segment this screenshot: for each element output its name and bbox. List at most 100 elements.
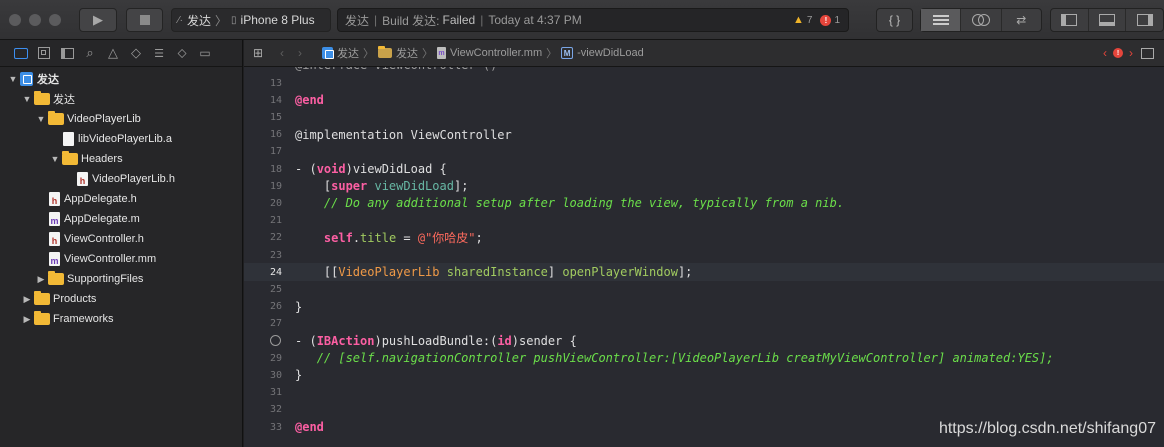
line-number: 14 [269, 94, 282, 106]
close-window-button[interactable] [9, 14, 21, 26]
related-items-icon[interactable]: ⊞ [253, 46, 263, 60]
code-line[interactable]: 30} [244, 366, 1164, 384]
connection-circle-icon[interactable] [270, 335, 281, 346]
folder-icon [62, 151, 78, 165]
standard-editor-button[interactable] [921, 9, 962, 31]
source-control-navigator-icon[interactable] [36, 45, 52, 61]
breadcrumb-project[interactable]: 发达 [322, 45, 359, 61]
breadcrumb-method[interactable]: M -viewDidLoad [561, 47, 644, 59]
code-line[interactable]: 21 [244, 212, 1164, 230]
code-line[interactable]: 27 [244, 315, 1164, 333]
find-navigator-icon[interactable]: ⌕ [82, 45, 98, 61]
m-file-icon: m [437, 47, 446, 59]
code-line[interactable]: 19 [super viewDidLoad]; [244, 177, 1164, 195]
error-badge[interactable]: ! 1 [820, 14, 840, 26]
version-editor-button[interactable]: ⇄ [1002, 9, 1041, 31]
line-number: 25 [269, 283, 282, 295]
code-line[interactable]: 20 // Do any additional setup after load… [244, 194, 1164, 212]
tree-item-file[interactable]: m ViewController.mm [0, 249, 243, 269]
code-line[interactable]: 17 [244, 143, 1164, 161]
disclosure-expanded-icon[interactable]: ▼ [22, 94, 32, 104]
toggle-navigator-button[interactable] [1051, 9, 1089, 31]
tree-item-folder[interactable]: ▶ Frameworks [0, 309, 243, 329]
left-panel-icon [1061, 14, 1078, 26]
m-file-icon: m [49, 252, 60, 266]
breadcrumb-file[interactable]: m ViewController.mm [437, 47, 542, 59]
tree-item-folder[interactable]: ▼ Headers [0, 149, 243, 169]
stop-button[interactable] [126, 8, 163, 32]
error-count: 1 [834, 14, 840, 26]
tree-item-file[interactable]: libVideoPlayerLib.a [0, 129, 243, 149]
debug-navigator-icon[interactable]: ☰ [151, 45, 167, 61]
library-button[interactable]: { } [876, 8, 913, 32]
breakpoint-navigator-icon[interactable]: ⬦ [174, 45, 190, 61]
code-line[interactable]: 22 self.title = @"你哈皮"; [244, 229, 1164, 247]
folder-icon [378, 46, 392, 58]
warning-badge[interactable]: ▲ 7 [793, 14, 812, 26]
add-editor-icon[interactable] [1141, 47, 1154, 59]
code-line-partial: @interface ViewController () [244, 67, 1164, 74]
tree-item-folder[interactable]: ▶ SupportingFiles [0, 269, 243, 289]
code-line[interactable]: 28- (IBAction)pushLoadBundle:(id)sender … [244, 332, 1164, 350]
breadcrumb-group[interactable]: 发达 [378, 45, 418, 61]
code-line[interactable]: 23 [244, 246, 1164, 264]
chevron-right-icon: 〉 [546, 48, 558, 60]
panel-toggle-segmented-control[interactable] [1050, 8, 1164, 32]
forward-arrow-icon[interactable]: › [298, 46, 302, 60]
tree-item-file[interactable]: m AppDelegate.m [0, 209, 243, 229]
code-line[interactable]: 13 [244, 74, 1164, 92]
minimize-window-button[interactable] [29, 14, 41, 26]
play-icon: ▶ [93, 12, 103, 27]
back-arrow-icon[interactable]: ‹ [280, 46, 284, 60]
disclosure-collapsed-icon[interactable]: ▶ [22, 314, 32, 325]
assistant-editor-button[interactable] [961, 9, 1002, 31]
editor-mode-segmented-control[interactable]: ⇄ [920, 8, 1042, 32]
next-issue-icon[interactable]: › [1129, 46, 1133, 60]
run-button[interactable]: ▶ [79, 8, 117, 32]
disclosure-collapsed-icon[interactable]: ▶ [36, 274, 46, 285]
error-icon: ! [1113, 48, 1123, 58]
code-line[interactable]: 25 [244, 280, 1164, 298]
code-line[interactable]: 16 @implementation ViewController [244, 126, 1164, 144]
issue-navigator-icon[interactable]: △ [105, 45, 121, 61]
tree-item-label: Headers [81, 153, 123, 165]
disclosure-expanded-icon[interactable]: ▼ [36, 114, 46, 124]
code-line[interactable]: 29 // [self.navigationController pushVie… [244, 349, 1164, 367]
disclosure-collapsed-icon[interactable]: ▶ [22, 294, 32, 305]
code-line[interactable]: 31 [244, 384, 1164, 402]
current-code-line[interactable]: 24 [[VideoPlayerLib sharedInstance] open… [244, 263, 1164, 282]
folder-navigator-icon[interactable] [13, 45, 29, 61]
line-number: 17 [269, 146, 282, 158]
scheme-selector[interactable]: ⁄· 发达 〉 ▯ iPhone 8 Plus [171, 8, 331, 32]
tree-item-folder[interactable]: ▼ 发达 [0, 89, 243, 109]
tree-item-folder[interactable]: ▶ Products [0, 289, 243, 309]
previous-issue-icon[interactable]: ‹ [1103, 46, 1107, 60]
device-icon: ▯ [231, 14, 237, 26]
test-navigator-icon[interactable]: ◇ [128, 45, 144, 61]
code-line[interactable]: 26} [244, 298, 1164, 316]
zoom-window-button[interactable] [49, 14, 61, 26]
tree-item-label: 发达 [37, 74, 59, 86]
disclosure-expanded-icon[interactable]: ▼ [8, 74, 18, 84]
toggle-utilities-button[interactable] [1126, 9, 1163, 31]
line-number: 26 [269, 301, 282, 313]
tree-item-project[interactable]: ▼ 发达 [0, 69, 243, 89]
report-navigator-icon[interactable]: ▭ [197, 45, 213, 61]
toggle-debug-area-button[interactable] [1089, 9, 1127, 31]
tree-item-file[interactable]: h AppDelegate.h [0, 189, 243, 209]
code-line[interactable]: 14 @end [244, 91, 1164, 109]
folder-icon [48, 271, 64, 285]
activity-viewer[interactable]: 发达 | Build 发达: Failed | Today at 4:37 PM… [337, 8, 849, 32]
line-number: 18 [269, 163, 282, 175]
tree-item-label: AppDelegate.m [64, 213, 140, 225]
code-line[interactable]: 15 [244, 108, 1164, 126]
code-line[interactable]: 18 - (void)viewDidLoad { [244, 160, 1164, 178]
h-file-icon: h [77, 172, 88, 186]
tree-item-file[interactable]: h ViewController.h [0, 229, 243, 249]
tree-item-folder[interactable]: ▼ VideoPlayerLib [0, 109, 243, 129]
hierarchy-navigator-icon[interactable] [59, 45, 75, 61]
disclosure-expanded-icon[interactable]: ▼ [50, 154, 60, 164]
code-line[interactable]: 32 [244, 401, 1164, 419]
tree-item-file[interactable]: h VideoPlayerLib.h [0, 169, 243, 189]
code-area[interactable]: @interface ViewController () 13 14 @end 15 1… [244, 67, 1164, 447]
